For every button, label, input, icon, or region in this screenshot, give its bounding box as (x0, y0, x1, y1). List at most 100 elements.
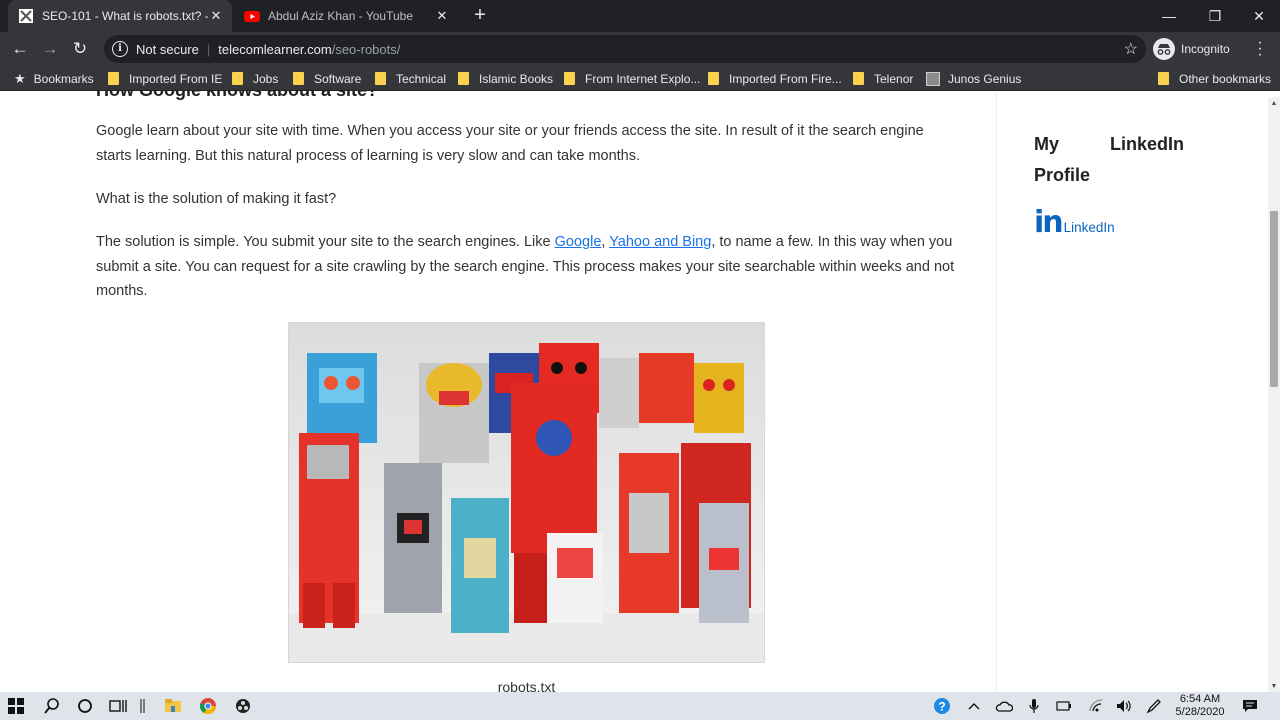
minimize-button[interactable]: — (1146, 0, 1192, 32)
bookmark-label: Telenor (874, 71, 914, 86)
system-clock[interactable]: 6:54 AM 5/28/2020 (1172, 693, 1228, 719)
image-caption: robots.txt (497, 679, 556, 692)
bookmark-label: Islamic Books (479, 71, 554, 86)
tab-close-icon[interactable]: ✕ (208, 8, 224, 24)
yahoo-bing-link[interactable]: Yahoo and Bing (609, 234, 711, 250)
bookmark-label: Technical (396, 71, 447, 86)
cortana-icon[interactable] (73, 692, 97, 720)
junos-favicon-icon (926, 71, 940, 86)
volume-icon[interactable] (1112, 692, 1136, 720)
close-window-button[interactable]: ✕ (1236, 0, 1280, 32)
kebab-menu-icon[interactable]: · · · (1254, 35, 1266, 63)
scroll-down-arrow-icon[interactable]: ▼ (1268, 683, 1280, 690)
tab-strip: SEO-101 - What is robots.txt? - T ✕ Abdu… (0, 0, 1280, 32)
paragraph-1: Google learn about your site with time. … (96, 123, 924, 164)
bookmark-label: Imported From Fire... (729, 71, 842, 86)
linkedin-link[interactable]: in LinkedIn (1034, 205, 1115, 240)
bookmark-folder[interactable]: Telenor (853, 70, 913, 87)
onedrive-icon[interactable] (992, 692, 1016, 720)
security-label: Not secure (136, 41, 199, 57)
reload-button[interactable]: ↻ (68, 37, 92, 61)
google-link[interactable]: Google (555, 234, 602, 250)
tab-close-icon[interactable]: ✕ (434, 8, 450, 24)
folder-icon (458, 72, 469, 85)
info-icon[interactable]: i (112, 41, 128, 57)
sidebar-divider (996, 91, 997, 692)
new-tab-button[interactable]: + (469, 5, 491, 27)
folder-icon (108, 72, 119, 85)
linkedin-icon: in (1034, 205, 1064, 240)
windows-start-icon[interactable] (4, 692, 28, 720)
bookmark-label: Imported From IE (129, 71, 223, 86)
windows-taskbar: ? 6:54 AM 5/28/2020 (0, 692, 1280, 720)
folder-icon (853, 72, 864, 85)
profile-label: Incognito (1181, 42, 1230, 56)
wifi-icon[interactable] (1084, 692, 1108, 720)
tab-title: Abdul Aziz Khan - YouTube (268, 9, 413, 23)
bookmark-label: Bookmarks (33, 71, 94, 86)
paragraph-3: The solution is simple. You submit your … (96, 230, 961, 304)
folder-icon (564, 72, 575, 85)
bookmark-folder[interactable]: Software (293, 70, 361, 87)
search-icon[interactable] (40, 692, 64, 720)
folder-icon (293, 72, 304, 85)
sidebar-title-word: LinkedIn (1109, 134, 1184, 154)
taskbar-divider (138, 692, 148, 720)
tab-seo-robots[interactable]: SEO-101 - What is robots.txt? - T ✕ (8, 0, 232, 32)
scrollbar-thumb[interactable] (1270, 211, 1278, 387)
web-page: How Google knows about a site? Google le… (0, 91, 1268, 692)
youtube-icon (244, 8, 260, 24)
obs-icon[interactable] (231, 692, 255, 720)
battery-icon[interactable] (1052, 692, 1076, 720)
tab-youtube[interactable]: Abdul Aziz Khan - YouTube ✕ (236, 0, 458, 32)
url-path: /seo-robots/ (331, 41, 401, 57)
forward-button[interactable]: → (38, 37, 62, 61)
folder-icon (232, 72, 243, 85)
help-icon[interactable]: ? (930, 692, 954, 720)
chrome-icon[interactable] (196, 692, 220, 720)
bookmark-folder[interactable]: Islamic Books (458, 70, 553, 87)
separator: | (206, 41, 211, 57)
site-favicon-icon (18, 8, 34, 24)
bookmark-label: From Internet Explo... (585, 71, 701, 86)
microphone-icon[interactable] (1022, 692, 1046, 720)
bookmark-other[interactable]: Other bookmarks (1158, 70, 1271, 87)
file-explorer-icon[interactable] (161, 692, 185, 720)
bookmark-label: Junos Genius (948, 71, 1022, 86)
linkedin-label: LinkedIn (1063, 220, 1115, 235)
sidebar-widget-title: My LinkedIn Profile (1034, 129, 1184, 191)
bookmark-junos[interactable]: Junos Genius (926, 70, 1021, 87)
bookmark-folder[interactable]: Technical (375, 70, 446, 87)
bookmark-star-icon[interactable]: ☆ (1124, 39, 1138, 59)
folder-icon (708, 72, 719, 85)
notifications-icon[interactable] (1238, 692, 1262, 720)
incognito-profile-button[interactable]: Incognito (1153, 35, 1230, 63)
pen-icon[interactable] (1142, 692, 1166, 720)
scroll-up-arrow-icon[interactable]: ▲ (1268, 100, 1280, 107)
task-view-icon[interactable] (106, 692, 130, 720)
address-bar[interactable]: i Not secure | telecomlearner.com/seo-ro… (104, 35, 1146, 63)
bookmark-folder[interactable]: Imported From Fire... (708, 70, 842, 87)
back-button[interactable]: ← (8, 37, 32, 61)
folder-icon (375, 72, 386, 85)
bookmark-folder[interactable]: Jobs (232, 70, 278, 87)
clock-date: 5/28/2020 (1175, 706, 1225, 718)
incognito-icon (1153, 38, 1175, 60)
bookmark-bookmarks[interactable]: ★ Bookmarks (14, 70, 94, 87)
url-host: telecomlearner.com (218, 41, 332, 57)
bookmark-folder[interactable]: Imported From IE (108, 70, 222, 87)
sidebar-title-word: My (1034, 134, 1060, 154)
sidebar-title-word: Profile (1034, 165, 1091, 185)
tab-title: SEO-101 - What is robots.txt? - T (42, 9, 208, 23)
restore-button[interactable]: ❐ (1192, 0, 1238, 32)
bookmark-label: Other bookmarks (1179, 71, 1272, 86)
folder-icon (1158, 72, 1169, 85)
page-scrollbar[interactable]: ▲ ▼ (1268, 97, 1280, 692)
show-hidden-icons-icon[interactable] (962, 692, 986, 720)
bookmark-label: Software (314, 71, 362, 86)
clock-time: 6:54 AM (1179, 693, 1221, 705)
bookmarks-bar: ★ Bookmarks Imported From IE Jobs Softwa… (0, 66, 1280, 91)
bookmark-folder[interactable]: From Internet Explo... (564, 70, 700, 87)
robots-image (288, 322, 765, 663)
bookmark-label: Jobs (253, 71, 279, 86)
